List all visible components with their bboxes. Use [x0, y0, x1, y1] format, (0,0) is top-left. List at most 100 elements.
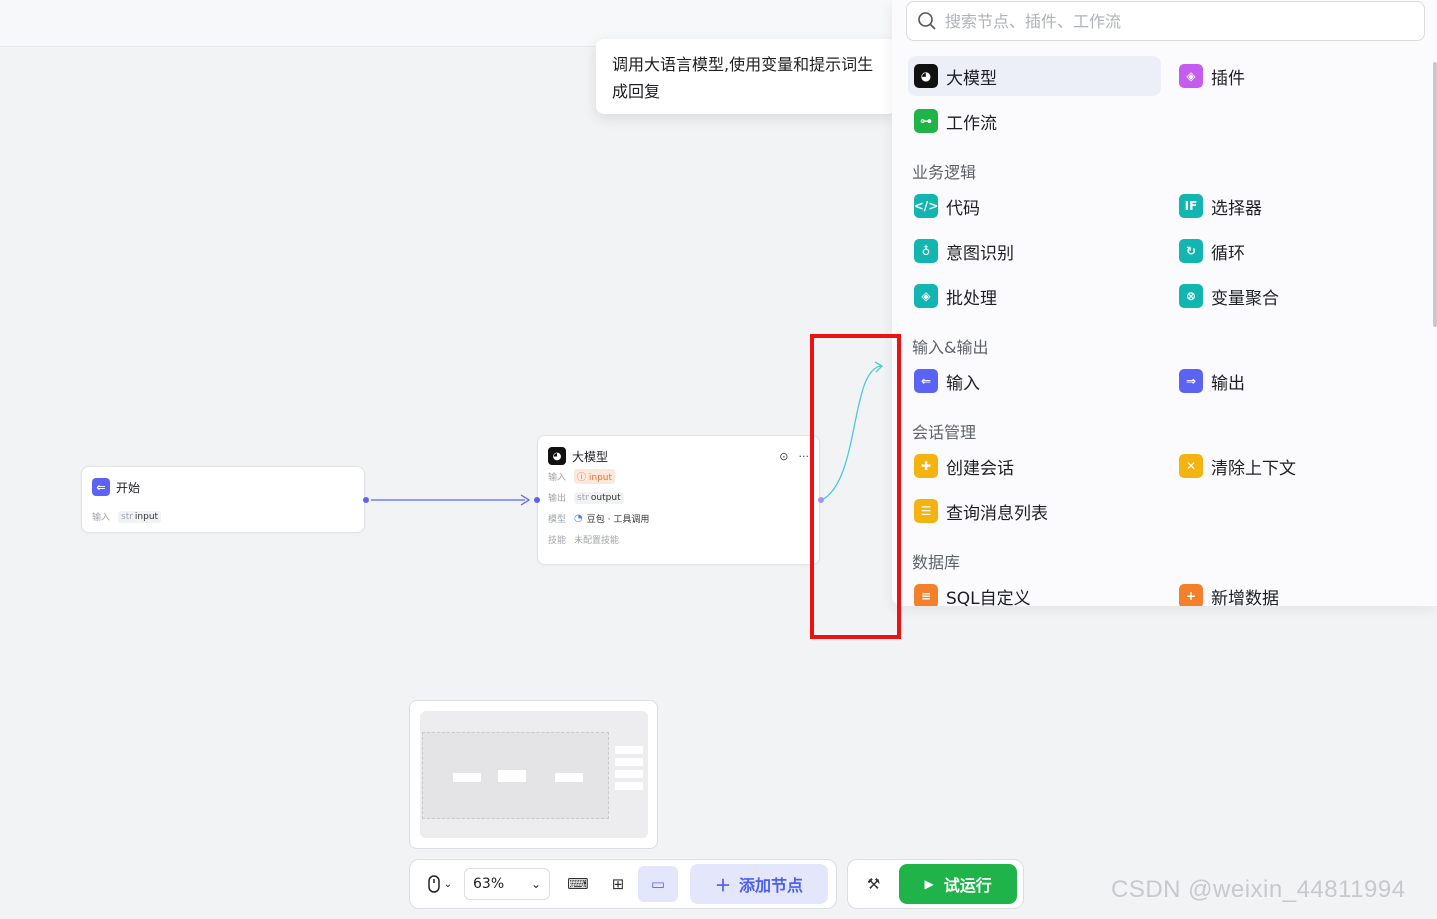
highlight-box — [810, 334, 901, 639]
panel-scrollbar[interactable] — [1433, 62, 1437, 327]
panel-item-clear-context[interactable]: ✕ 清除上下文 — [1179, 446, 1296, 486]
panel-item-label: 批处理 — [946, 288, 997, 309]
panel-item-variable-merge[interactable]: ⊗ 变量聚合 — [1179, 276, 1279, 316]
batch-icon: ◈ — [914, 284, 938, 308]
llm-output-tag: str output — [574, 491, 624, 504]
llm-node-title: 大模型 — [572, 449, 609, 464]
panel-item-label: 插件 — [1211, 68, 1245, 89]
llm-node[interactable]: ◕ 大模型 ⊙ ··· 输入 ⓘ input 输出 str output 模型 ◔… — [537, 435, 820, 565]
start-node-title: 开始 — [116, 480, 141, 495]
interaction-mode-select[interactable]: ⌄ — [416, 875, 464, 893]
debug-button[interactable]: ⚒ — [854, 866, 893, 902]
mouse-icon — [428, 875, 440, 893]
start-input-label: 输入 — [92, 513, 111, 523]
panel-item-label: 输入 — [946, 373, 980, 394]
node-search[interactable] — [906, 1, 1425, 41]
section-conversation: 会话管理 — [912, 423, 977, 442]
panel-item-label: 工作流 — [946, 113, 997, 134]
panel-item-label: 代码 — [946, 198, 980, 219]
panel-item-sql[interactable]: ≡ SQL自定义 — [914, 576, 1031, 606]
intent-icon: ♁ — [914, 239, 938, 263]
search-input[interactable] — [945, 11, 1405, 31]
zoom-value: 63% — [473, 876, 505, 892]
panel-item-add-data[interactable]: + 新增数据 — [1179, 576, 1279, 606]
sql-icon: ≡ — [914, 584, 938, 606]
panel-item-label: 创建会话 — [946, 458, 1014, 479]
chevron-down-icon: ⌄ — [530, 877, 541, 891]
panel-item-message-list[interactable]: ☰ 查询消息列表 — [914, 491, 1048, 531]
panel-item-create-conversation[interactable]: ✚ 创建会话 — [914, 446, 1014, 486]
section-database: 数据库 — [912, 553, 961, 572]
panel-item-label: 清除上下文 — [1211, 458, 1296, 479]
panel-item-label: 变量聚合 — [1211, 288, 1279, 309]
section-business-logic: 业务逻辑 — [912, 163, 977, 182]
panel-item-workflow[interactable]: ⊶ 工作流 — [914, 101, 997, 141]
create-conversation-icon: ✚ — [914, 454, 938, 478]
panel-item-label: 查询消息列表 — [946, 503, 1048, 524]
wrench-icon: ⚒ — [866, 875, 881, 893]
start-output-port[interactable] — [363, 497, 369, 503]
add-node-panel: ◕ 大模型 ◈ 插件 ⊶ 工作流 业务逻辑 </> 代码 IF 选择器 ♁ 意图… — [892, 0, 1437, 606]
play-icon: ▶ — [924, 877, 934, 891]
variable-merge-icon: ⊗ — [1179, 284, 1203, 308]
panel-item-label: 循环 — [1211, 243, 1245, 264]
input-icon: ⇐ — [914, 369, 938, 393]
output-icon: ⇒ — [1179, 369, 1203, 393]
search-icon — [918, 12, 936, 30]
zoom-select[interactable]: 63% ⌄ — [464, 868, 550, 900]
run-node-icon[interactable]: ⊙ — [779, 450, 788, 463]
panel-item-selector[interactable]: IF 选择器 — [1179, 186, 1262, 226]
llm-model-label: 模型 — [548, 515, 567, 525]
panel-item-code[interactable]: </> 代码 — [914, 186, 980, 226]
start-node[interactable]: ⇐ 开始 输入 str input — [81, 466, 365, 533]
llm-input-port[interactable] — [534, 497, 540, 503]
llm-output-label: 输出 — [548, 494, 567, 504]
add-node-button[interactable]: ＋ 添加节点 — [690, 864, 828, 904]
doubao-icon: ◔ — [574, 513, 583, 524]
llm-icon: ◕ — [914, 64, 938, 88]
clear-context-icon: ✕ — [1179, 454, 1203, 478]
canvas-toolbar: ⌄ 63% ⌄ ⌨ ⊞ ▭ ＋ 添加节点 — [409, 859, 837, 909]
panel-item-label: 选择器 — [1211, 198, 1262, 219]
panel-item-label: 大模型 — [946, 68, 997, 89]
panel-item-intent[interactable]: ♁ 意图识别 — [914, 231, 1014, 271]
minimap-viewport[interactable] — [422, 732, 609, 819]
run-toolbar: ⚒ ▶ 试运行 — [847, 859, 1024, 909]
plugin-icon: ◈ — [1179, 64, 1203, 88]
panel-item-output[interactable]: ⇒ 输出 — [1179, 361, 1245, 401]
llm-input-tag: ⓘ input — [574, 469, 616, 484]
start-icon: ⇐ — [92, 478, 110, 496]
workflow-icon: ⊶ — [914, 109, 938, 133]
auto-layout-button[interactable]: ⊞ — [598, 866, 638, 902]
panel-item-plugin[interactable]: ◈ 插件 — [1179, 56, 1245, 96]
section-io: 输入&输出 — [912, 338, 989, 357]
comment-button[interactable]: ⌨ — [558, 866, 598, 902]
plus-icon: ＋ — [714, 876, 731, 895]
panel-item-llm[interactable]: ◕ 大模型 — [908, 56, 1161, 96]
more-icon[interactable]: ··· — [799, 450, 810, 463]
code-icon: </> — [914, 194, 938, 218]
start-input-tag: str input — [118, 510, 162, 523]
llm-skill-value: 未配置技能 — [574, 536, 620, 546]
panel-item-loop[interactable]: ↻ 循环 — [1179, 231, 1245, 271]
chevron-down-icon: ⌄ — [443, 878, 453, 890]
if-icon: IF — [1179, 194, 1203, 218]
add-node-label: 添加节点 — [739, 876, 804, 895]
llm-skill-label: 技能 — [548, 536, 567, 546]
panel-item-label: 意图识别 — [946, 243, 1014, 264]
node-tooltip: 调用大语言模型,使用变量和提示词生成回复 — [596, 39, 896, 114]
add-data-icon: + — [1179, 584, 1203, 606]
test-run-label: 试运行 — [943, 876, 992, 895]
test-run-button[interactable]: ▶ 试运行 — [899, 864, 1017, 904]
loop-icon: ↻ — [1179, 239, 1203, 263]
llm-icon: ◕ — [548, 447, 566, 465]
minimap-icon: ▭ — [650, 875, 666, 893]
watermark: CSDN @weixin_44811994 — [1111, 876, 1406, 903]
comment-icon: ⌨ — [567, 875, 589, 893]
minimap-toggle-button[interactable]: ▭ — [638, 866, 678, 902]
panel-item-input[interactable]: ⇐ 输入 — [914, 361, 980, 401]
panel-item-label: SQL自定义 — [946, 588, 1031, 607]
minimap[interactable] — [409, 700, 658, 849]
panel-item-batch[interactable]: ◈ 批处理 — [914, 276, 997, 316]
message-list-icon: ☰ — [914, 499, 938, 523]
